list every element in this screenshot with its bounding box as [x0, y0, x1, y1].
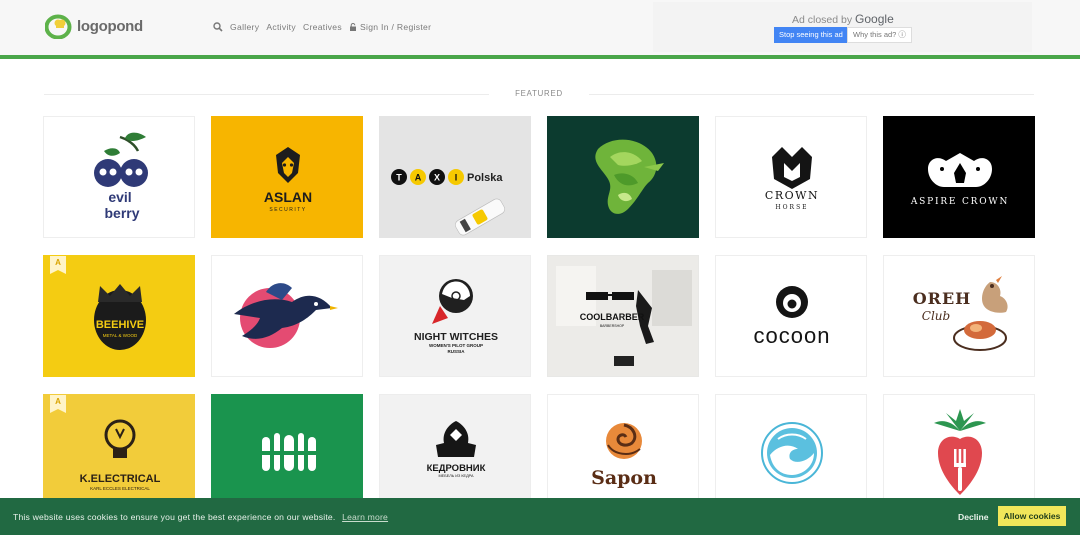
aspire-crown-logo: ASPIRE CROWN [910, 153, 1009, 207]
bird-logo [234, 283, 338, 348]
night-witches-subtitle: WOMEN'S PILOT GROUP [429, 343, 483, 348]
lock-icon [349, 23, 356, 31]
taxi-polska-text: Polska [467, 172, 503, 184]
ad-closed-brand: Google [855, 12, 894, 26]
logo-tile-oreh-club[interactable]: OREH Club [883, 255, 1035, 377]
logo-tile-night-witches[interactable]: NIGHT WITCHES WOMEN'S PILOT GROUP RUSSIA [379, 255, 531, 377]
oreh-title: OREH [913, 289, 972, 308]
logo-tile-aslan[interactable]: ASLAN SECURITY [211, 116, 363, 238]
search-icon[interactable] [213, 22, 223, 32]
night-witches-title: NIGHT WITCHES [414, 331, 498, 343]
cookie-text: This website uses cookies to ensure you … [13, 512, 336, 522]
cocoon-title: cocoon [754, 323, 831, 348]
beehive-logo: BEEHIVE METAL & WOOD [94, 284, 146, 350]
logo-text: logopond [77, 17, 143, 35]
featured-label: FEATURED [515, 89, 563, 98]
crown-horse-title: CROWN [765, 189, 819, 202]
logo-tile-crown-horse[interactable]: CROWN HORSE [715, 116, 867, 238]
night-witches-logo: NIGHT WITCHES WOMEN'S PILOT GROUP RUSSIA [414, 279, 498, 354]
cookie-learn-more-link[interactable]: Learn more [342, 512, 388, 522]
cookie-message: This website uses cookies to ensure you … [13, 512, 388, 522]
ad-slot: Ad closed by Google Stop seeing this ad … [653, 2, 1032, 52]
nav-activity-link[interactable]: Activity [266, 22, 296, 32]
beehive-title: BEEHIVE [96, 319, 144, 331]
evil-berry-line2: berry [104, 205, 139, 221]
kedrovnik-title: КЕДРОВНИК [427, 463, 486, 474]
logo-tile-leaf-dragon[interactable] [547, 116, 699, 238]
divider-line-left [44, 94, 489, 95]
site-header: logopond Gallery Activity Creatives Sign… [0, 0, 1080, 55]
taxi-letter-a: A [415, 173, 422, 183]
kedrovnik-subtitle: МЕБЕЛЬ ИЗ КЕДРА [439, 474, 474, 478]
crown-horse-subtitle: HORSE [775, 204, 808, 211]
taxi-letter-t: T [396, 173, 402, 183]
k-electrical-subtitle: KARL ECCLES ELECTRICAL [90, 486, 150, 491]
evil-berry-logo: evil berry [94, 132, 148, 221]
oreh-club-logo: OREH Club [913, 276, 1008, 351]
logo-tile-evil-berry[interactable]: evil berry [43, 116, 195, 238]
sapon-title: Sapon [591, 467, 657, 489]
aslan-subtitle: SECURITY [269, 207, 306, 213]
evil-berry-line1: evil [108, 189, 131, 205]
taxi-letter-i: I [455, 173, 458, 183]
coolbarber-title: COOLBARBER [580, 312, 645, 322]
coolbarber-subtitle: BARBERSHOP [600, 324, 625, 328]
logo-tile-cocoon[interactable]: cocoon [715, 255, 867, 377]
leaf-dragon-logo [595, 139, 664, 214]
taxi-polska-logo: T A X I Polska [391, 169, 505, 236]
logo-tile-taxi-polska[interactable]: T A X I Polska [379, 116, 531, 238]
oreh-subtitle: Club [922, 309, 950, 323]
logo-tile-coolbarber[interactable]: COOLBARBER BARBERSHOP [547, 255, 699, 377]
main-nav: Gallery Activity Creatives Sign In / Reg… [213, 22, 431, 32]
nav-gallery-link[interactable]: Gallery [230, 22, 259, 32]
beehive-subtitle: METAL & WOOD [103, 333, 138, 338]
night-witches-country: RUSSIA [447, 349, 465, 354]
aslan-logo: ASLAN SECURITY [264, 147, 312, 213]
header-accent-bar [0, 55, 1080, 59]
allow-cookies-button[interactable]: Allow cookies [998, 506, 1066, 526]
k-electrical-title: K.ELECTRICAL [80, 473, 161, 485]
featured-divider: FEATURED [44, 89, 1034, 101]
aspire-crown-title: ASPIRE CROWN [910, 197, 1009, 207]
crown-horse-logo: CROWN HORSE [765, 147, 819, 211]
why-this-ad-button[interactable]: Why this ad? ⓘ [847, 27, 912, 43]
logo-frog-icon [45, 14, 72, 39]
cookie-decline-button[interactable]: Decline [958, 512, 989, 522]
logo-tile-beehive[interactable]: BEEHIVE METAL & WOOD A [43, 255, 195, 377]
logo-tile-bird[interactable] [211, 255, 363, 377]
logo-tile-aspire-crown[interactable]: ASPIRE CROWN [883, 116, 1035, 238]
cocoon-logo: cocoon [754, 286, 831, 348]
ad-closed-text: Ad closed by Google [792, 12, 894, 26]
aslan-title: ASLAN [264, 189, 312, 205]
nav-signin-link[interactable]: Sign In / Register [360, 22, 431, 32]
divider-line-right [589, 94, 1034, 95]
coolbarber-logo: COOLBARBER BARBERSHOP [548, 256, 698, 376]
cookie-consent-bar: This website uses cookies to ensure you … [0, 498, 1080, 535]
stop-seeing-ad-button[interactable]: Stop seeing this ad [774, 27, 848, 43]
nav-creatives-link[interactable]: Creatives [303, 22, 342, 32]
ad-closed-prefix: Ad closed by [792, 14, 853, 26]
logopond-logo[interactable]: logopond [45, 13, 143, 39]
taxi-letter-x: X [434, 173, 440, 183]
